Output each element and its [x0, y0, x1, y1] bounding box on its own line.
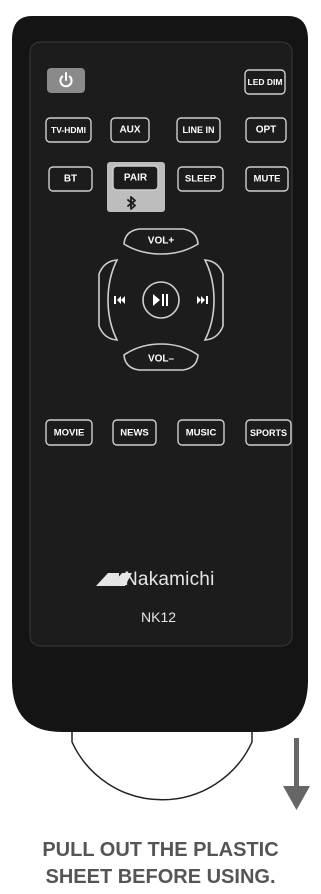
power-button[interactable] — [47, 68, 85, 93]
vol-up-button[interactable] — [124, 229, 198, 254]
sleep-button[interactable] — [178, 167, 223, 191]
play-pause-button[interactable] — [143, 282, 179, 318]
line-in-button[interactable] — [177, 118, 220, 142]
brand-name: Nakamichi — [124, 569, 215, 590]
model-name: NK12 — [141, 609, 177, 625]
pull-notice-line-2: SHEET BEFORE USING. — [45, 866, 276, 888]
music-button[interactable] — [178, 420, 224, 445]
mute-button[interactable] — [246, 167, 288, 191]
bt-button[interactable] — [49, 167, 92, 191]
news-button[interactable] — [113, 420, 156, 445]
pair-button[interactable] — [107, 162, 165, 212]
vol-down-button[interactable] — [124, 344, 198, 370]
led-dim-button[interactable] — [245, 70, 285, 94]
movie-button[interactable] — [46, 420, 92, 445]
tv-hdmi-button[interactable] — [46, 118, 91, 142]
previous-track-button[interactable] — [99, 260, 117, 340]
sports-button[interactable] — [246, 420, 291, 445]
aux-button[interactable] — [111, 118, 149, 142]
next-track-button[interactable] — [205, 260, 223, 340]
opt-button[interactable] — [246, 118, 286, 142]
pull-arrow-icon — [283, 738, 310, 810]
pull-notice-line-1: PULL OUT THE PLASTIC — [42, 839, 279, 861]
